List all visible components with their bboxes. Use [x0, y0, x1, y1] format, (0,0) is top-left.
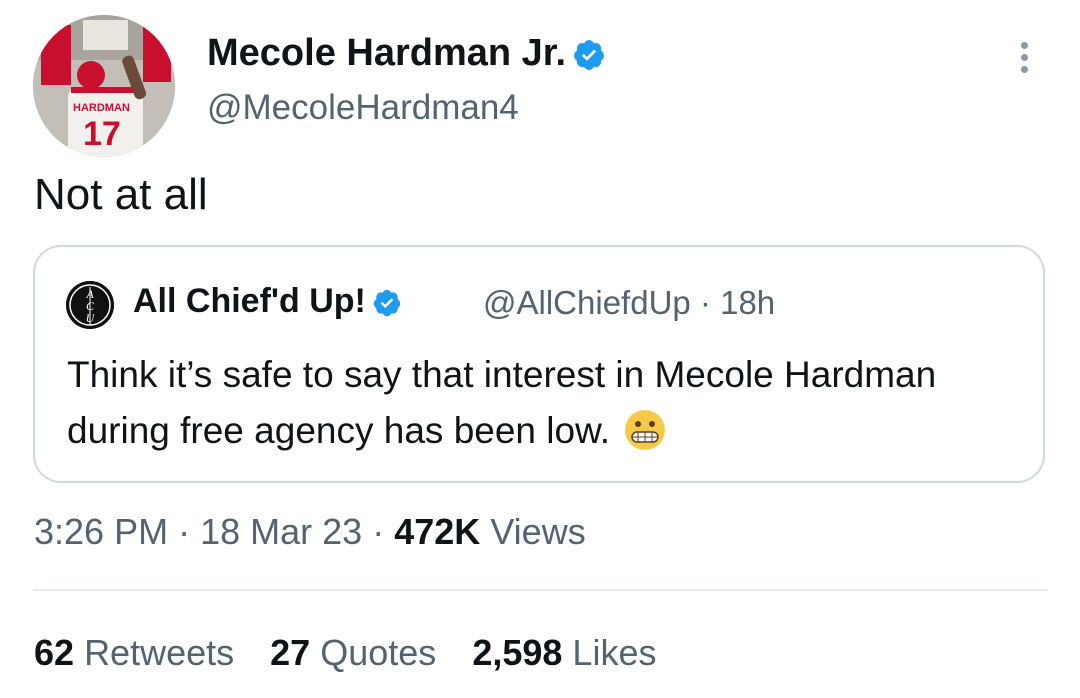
meta-separator: · [178, 511, 191, 552]
quoted-author-name[interactable]: All Chief'd Up! [133, 282, 402, 321]
tweet-date[interactable]: 18 Mar 23 [200, 511, 362, 552]
retweets-count: 62 [34, 632, 75, 673]
author-handle[interactable]: @MecoleHardman4 [207, 88, 519, 128]
quoted-time: 18h [720, 284, 776, 321]
likes-label: Likes [572, 632, 657, 673]
svg-text:U: U [86, 311, 96, 325]
quoted-tweet-text: Think it’s safe to say that interest in … [67, 347, 1007, 459]
quoted-tweet-card[interactable]: A C U All Chief'd Up! @AllChiefdUp · 18h… [33, 245, 1045, 483]
avatar-photo: HARDMAN 17 [33, 15, 175, 157]
tweet-meta: 3:26 PM · 18 Mar 23 · 472K Views [34, 511, 586, 553]
quoted-handle-text: @AllChiefdUp [483, 284, 691, 321]
avatar-jersey-number: 17 [83, 115, 121, 153]
views-label: Views [490, 511, 586, 552]
verified-badge-icon [574, 40, 604, 70]
author-name-text: Mecole Hardman Jr. [207, 32, 567, 74]
tweet-text: Not at all [34, 170, 208, 219]
divider [33, 589, 1048, 591]
author-avatar[interactable]: HARDMAN 17 [33, 15, 175, 157]
engagement-stats: 62 Retweets 27 Quotes 2,598 Likes [34, 632, 682, 674]
author-name[interactable]: Mecole Hardman Jr. [207, 32, 606, 75]
likes-stat[interactable]: 2,598 Likes [472, 632, 656, 673]
quoted-author-handle[interactable]: @AllChiefdUp · 18h [483, 284, 775, 322]
meta-separator: · [372, 511, 385, 552]
quoted-text: Think it’s safe to say that interest in … [67, 354, 937, 451]
quoted-verified-badge-icon [373, 289, 400, 317]
quotes-stat[interactable]: 27 Quotes [270, 632, 436, 673]
retweets-label: Retweets [84, 632, 235, 673]
quotes-count: 27 [270, 632, 311, 673]
quotes-label: Quotes [320, 632, 437, 673]
views-count: 472K [394, 511, 481, 552]
tweet-time[interactable]: 3:26 PM [34, 511, 168, 552]
retweets-stat[interactable]: 62 Retweets [34, 632, 234, 673]
quoted-author-logo: A C U [66, 281, 114, 329]
quoted-separator: · [699, 284, 711, 321]
quoted-author-avatar[interactable]: A C U [66, 281, 114, 329]
likes-count: 2,598 [472, 632, 563, 673]
more-options-icon[interactable] [1012, 40, 1038, 76]
grimacing-face-emoji-icon [625, 410, 666, 450]
quoted-author-name-text: All Chief'd Up! [133, 282, 366, 320]
avatar-jersey-name: HARDMAN [73, 102, 130, 114]
